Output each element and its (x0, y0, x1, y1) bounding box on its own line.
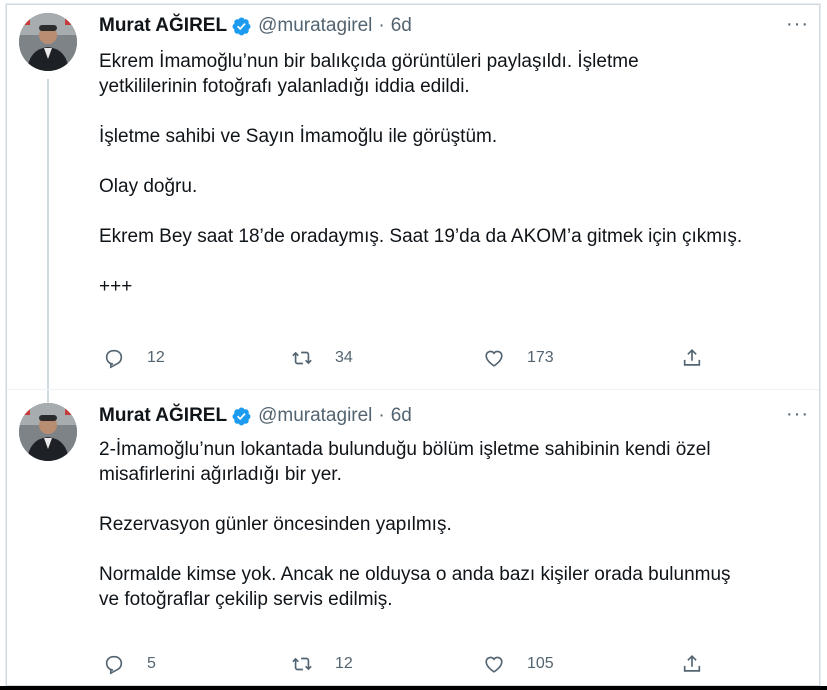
author-name[interactable]: Murat AĞIREL (99, 405, 227, 427)
tweet-actions: 12 34 173 (103, 347, 743, 373)
tweet-actions: 5 12 105 (103, 653, 743, 679)
share-button[interactable] (681, 347, 725, 369)
tweet-paragraph: Normalde kimse yok. Ancak ne olduysa o a… (99, 564, 731, 610)
like-count: 105 (527, 655, 554, 672)
more-options-icon[interactable]: ··· (786, 403, 809, 426)
verified-badge-icon (231, 406, 252, 427)
thread-connector-line (47, 79, 49, 404)
more-options-icon[interactable]: ··· (786, 13, 809, 36)
reply-button[interactable]: 12 (103, 347, 165, 369)
tweet-thread: Murat AĞIREL @muratagirel · 6d ··· Ekrem… (6, 4, 820, 686)
reply-icon (105, 349, 123, 369)
retweet-count: 12 (335, 655, 353, 672)
separator: · (378, 15, 385, 36)
tweet-divider (7, 389, 819, 390)
retweet-button[interactable]: 34 (291, 347, 353, 369)
retweet-button[interactable]: 12 (291, 653, 353, 675)
bottom-border (0, 686, 827, 690)
tweet-1[interactable]: Murat AĞIREL @muratagirel · 6d ··· Ekrem… (7, 13, 819, 404)
like-count: 173 (527, 349, 554, 366)
tweet-paragraph: +++ (99, 276, 133, 297)
timestamp[interactable]: 6d (391, 15, 412, 37)
timestamp[interactable]: 6d (391, 405, 412, 427)
tweet-paragraph: Rezervasyon günler öncesinden yapılmış. (99, 514, 452, 535)
author-handle[interactable]: @muratagirel (258, 15, 372, 37)
tweet-paragraph: Olay doğru. (99, 176, 198, 197)
reply-count: 12 (147, 349, 165, 366)
author-name[interactable]: Murat AĞIREL (99, 15, 227, 37)
avatar[interactable] (19, 13, 77, 71)
avatar[interactable] (19, 403, 77, 461)
heart-icon (485, 350, 503, 367)
heart-icon (485, 656, 503, 673)
retweet-icon (292, 657, 312, 671)
tweet-text: 2-İmamoğlu’nun lokantada bulunduğu bölüm… (99, 437, 809, 637)
reply-button[interactable]: 5 (103, 653, 156, 675)
verified-badge-icon (231, 16, 252, 37)
share-icon (683, 655, 701, 672)
like-button[interactable]: 105 (483, 653, 554, 675)
retweet-count: 34 (335, 349, 353, 366)
reply-count: 5 (147, 655, 156, 672)
tweet-header: Murat AĞIREL @muratagirel · 6d (99, 13, 412, 39)
author-handle[interactable]: @muratagirel (258, 405, 372, 427)
separator: · (378, 405, 385, 426)
share-icon (683, 349, 701, 366)
like-button[interactable]: 173 (483, 347, 554, 369)
reply-icon (105, 655, 123, 675)
tweet-text: Ekrem İmamoğlu’nun bir balıkçıda görüntü… (99, 49, 809, 324)
tweet-paragraph: Ekrem İmamoğlu’nun bir balıkçıda görüntü… (99, 51, 639, 97)
share-button[interactable] (681, 653, 725, 675)
tweet-paragraph: İşletme sahibi ve Sayın İmamoğlu ile gör… (99, 126, 498, 147)
tweet-header: Murat AĞIREL @muratagirel · 6d (99, 403, 412, 429)
tweet-2[interactable]: Murat AĞIREL @muratagirel · 6d ··· 2-İma… (7, 403, 819, 685)
tweet-paragraph: 2-İmamoğlu’nun lokantada bulunduğu bölüm… (99, 439, 711, 485)
tweet-paragraph: Ekrem Bey saat 18’de oradaymış. Saat 19’… (99, 226, 743, 247)
retweet-icon (292, 351, 312, 365)
